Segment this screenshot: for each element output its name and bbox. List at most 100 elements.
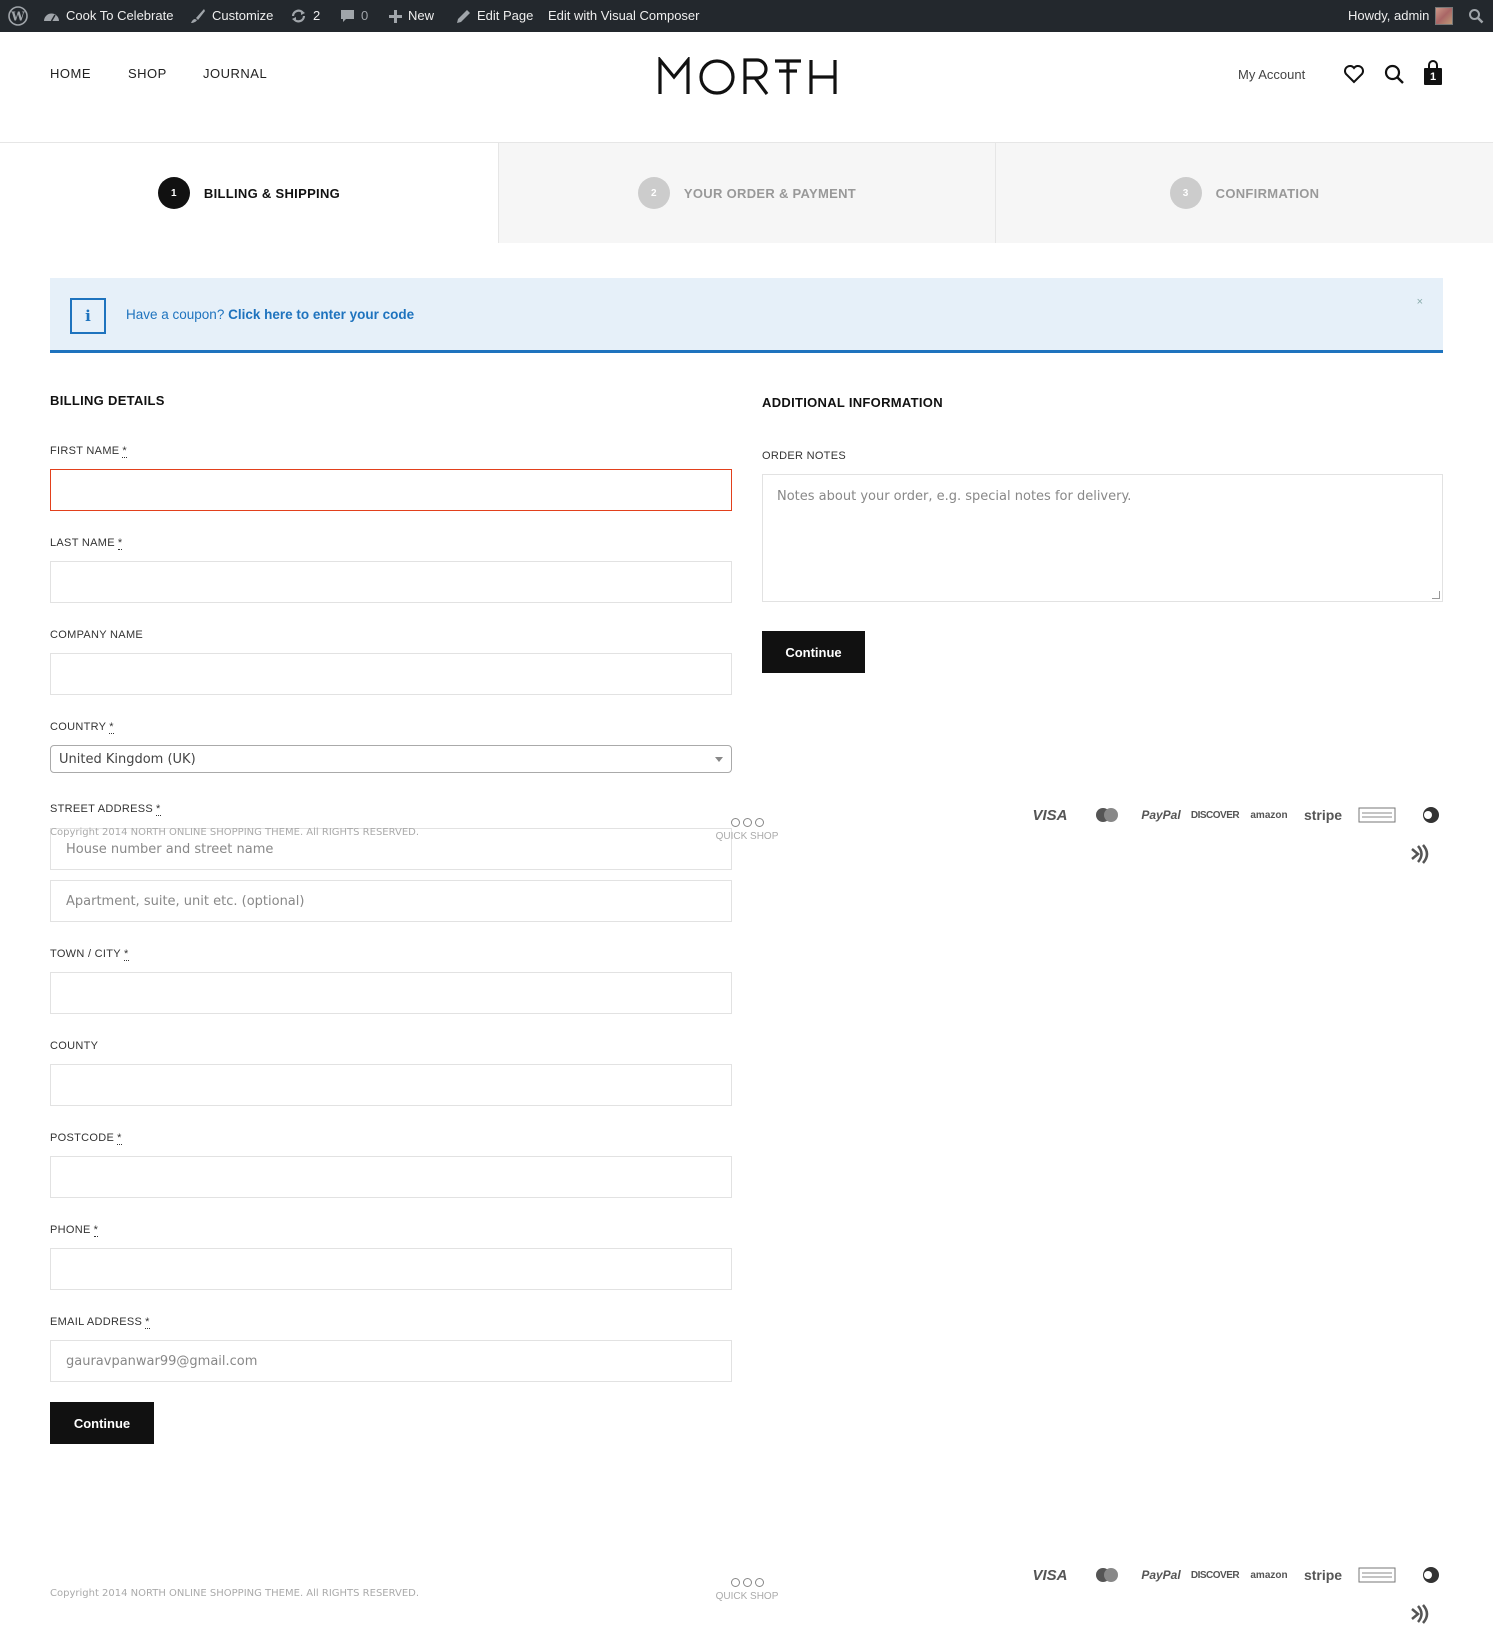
apartment-field[interactable]: Apartment, suite, unit etc. (optional) [50, 880, 732, 922]
coupon-link[interactable]: Click here to enter your code [228, 307, 414, 322]
order-notes-label: ORDER NOTES [762, 450, 846, 462]
site-name: Cook To Celebrate [66, 8, 174, 23]
site-name-link[interactable]: Cook To Celebrate [43, 0, 173, 32]
step-label: YOUR ORDER & PAYMENT [683, 185, 857, 201]
contactless-icon [1408, 843, 1430, 870]
customize-link[interactable]: Customize [190, 0, 273, 32]
county-field[interactable] [50, 1064, 732, 1106]
new-content-link[interactable]: New [389, 0, 434, 32]
site-logo[interactable] [657, 55, 839, 107]
street-label: STREET ADDRESS * [50, 803, 161, 816]
wordpress-logo-icon[interactable]: W [8, 0, 28, 32]
country-label: COUNTRY * [50, 721, 114, 734]
label-text: COUNTRY [50, 721, 107, 733]
wishlist-heart-icon[interactable] [1343, 64, 1365, 89]
step-number: 3 [1169, 177, 1202, 209]
my-account-menu[interactable]: Howdy, admin [1348, 0, 1454, 32]
order-notes-textarea[interactable]: Notes about your order, e.g. special not… [762, 474, 1443, 602]
last-name-field[interactable] [50, 561, 732, 603]
amex-icon [1350, 1567, 1404, 1583]
country-value: United Kingdom (UK) [59, 751, 196, 767]
edit-page-label: Edit Page [477, 8, 534, 23]
nav-journal[interactable]: JOURNAL [203, 66, 267, 81]
phone-field[interactable] [50, 1248, 732, 1290]
last-name-label: LAST NAME * [50, 537, 123, 550]
company-label: COMPANY NAME [50, 629, 144, 641]
postcode-field[interactable] [50, 1156, 732, 1198]
cart-bag-icon[interactable]: 1 [1423, 60, 1443, 91]
stripe-icon: stripe [1303, 1567, 1343, 1583]
discover-icon: DISCOVER [1190, 809, 1240, 821]
my-account-link[interactable]: My Account [1238, 67, 1305, 82]
billing-continue-button[interactable]: Continue [50, 1402, 154, 1444]
step-confirmation[interactable]: 3 CONFIRMATION [995, 143, 1493, 243]
visual-composer-label: Edit with Visual Composer [548, 8, 700, 23]
new-label: New [408, 8, 435, 23]
paypal-icon: PayPal [1141, 808, 1181, 822]
step-number: 2 [637, 177, 670, 209]
diners-icon [1404, 806, 1458, 824]
email-label: EMAIL ADDRESS * [50, 1316, 150, 1329]
additional-info-title: ADDITIONAL INFORMATION [762, 395, 943, 410]
step-label: BILLING & SHIPPING [203, 185, 341, 201]
nav-home[interactable]: HOME [50, 66, 91, 81]
additional-continue-button[interactable]: Continue [762, 631, 865, 673]
first-name-label: FIRST NAME * [50, 445, 128, 458]
admin-bar: W Cook To Celebrate Customize 2 0 New Ed… [0, 0, 1493, 32]
updates-link[interactable]: 2 [290, 0, 320, 32]
close-icon[interactable]: × [1417, 296, 1423, 308]
stripe-icon: stripe [1303, 807, 1343, 823]
avatar [1435, 7, 1454, 25]
town-field[interactable] [50, 972, 732, 1014]
search-icon [1468, 8, 1484, 24]
apartment-placeholder: Apartment, suite, unit etc. (optional) [66, 893, 305, 909]
step-order-payment[interactable]: 2 YOUR ORDER & PAYMENT [498, 143, 995, 243]
comments-link[interactable]: 0 [340, 0, 368, 32]
updates-count: 2 [313, 8, 321, 23]
company-field[interactable] [50, 653, 732, 695]
footer-copyright: Copyright 2014 NORTH ONLINE SHOPPING THE… [50, 827, 420, 838]
edit-page-link[interactable]: Edit Page [456, 0, 533, 32]
visa-icon: VISA [1032, 806, 1068, 824]
phone-label: PHONE * [50, 1224, 99, 1237]
step-label: CONFIRMATION [1215, 185, 1320, 201]
plus-icon [389, 9, 402, 23]
label-text: FIRST NAME [50, 445, 120, 457]
svg-text:W: W [10, 10, 25, 24]
email-field[interactable]: gauravpanwar99@gmail.com [50, 1340, 732, 1382]
visual-composer-link[interactable]: Edit with Visual Composer [548, 0, 700, 32]
customize-label: Customize [212, 8, 274, 23]
resize-handle-icon[interactable] [1432, 591, 1440, 599]
quick-shop-label: QUICK SHOP [715, 1591, 779, 1602]
county-label: COUNTY [50, 1040, 99, 1052]
step-billing-shipping[interactable]: 1 BILLING & SHIPPING [0, 143, 498, 243]
admin-search[interactable] [1468, 0, 1484, 32]
label-text: POSTCODE [50, 1132, 115, 1144]
contactless-icon [1408, 1603, 1430, 1630]
comments-count: 0 [361, 8, 369, 23]
required-marker: * [156, 803, 161, 816]
payment-icons: VISA PayPal DISCOVER amazon stripe [1020, 800, 1458, 830]
comment-bubble-icon [340, 9, 355, 24]
quick-shop-bottom[interactable]: QUICK SHOP [712, 1578, 782, 1602]
billing-title: BILLING DETAILS [50, 393, 165, 408]
pencil-icon [456, 9, 471, 24]
nav-shop[interactable]: SHOP [128, 66, 167, 81]
coupon-notice: i Have a coupon? Click here to enter you… [50, 278, 1443, 353]
country-select[interactable]: United Kingdom (UK) [50, 745, 732, 773]
label-text: TOWN / CITY [50, 948, 121, 960]
required-marker: * [117, 1132, 122, 1145]
amazon-icon: amazon [1250, 809, 1288, 821]
required-marker: * [93, 1224, 99, 1237]
quick-shop-dots-icon [712, 1578, 782, 1587]
town-label: TOWN / CITY * [50, 948, 129, 961]
search-icon[interactable] [1384, 64, 1405, 90]
howdy-label: Howdy, admin [1348, 8, 1430, 23]
label-text: LAST NAME [50, 537, 115, 549]
step-number: 1 [157, 177, 190, 209]
required-marker: * [109, 721, 114, 734]
coupon-prefix: Have a coupon? [126, 307, 225, 322]
checkout-steps: 1 BILLING & SHIPPING 2 YOUR ORDER & PAYM… [0, 142, 1493, 243]
first-name-field[interactable] [50, 469, 732, 511]
quick-shop[interactable]: QUICK SHOP [712, 818, 782, 842]
